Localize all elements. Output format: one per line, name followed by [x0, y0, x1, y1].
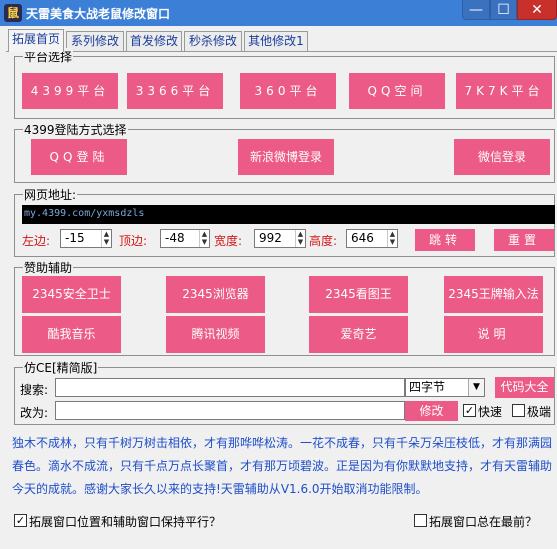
app-icon: 鼠 — [4, 4, 22, 22]
tab-extension-home[interactable]: 拓展首页 — [8, 29, 64, 52]
tab-series-mods[interactable]: 系列修改 — [66, 31, 124, 52]
modify-button[interactable]: 修改 — [405, 401, 458, 421]
maximize-button[interactable]: ☐ — [490, 0, 517, 20]
platform-qzone-button[interactable]: QQ空间 — [349, 73, 445, 109]
sponsor-2345-guard-button[interactable]: 2345安全卫士 — [22, 276, 121, 313]
height-spinner[interactable]: 646 ▲ ▼ — [346, 229, 398, 248]
instructions-button[interactable]: 说明 — [444, 316, 543, 353]
extreme-checkbox[interactable] — [512, 404, 525, 417]
topmost-checkbox[interactable] — [414, 514, 427, 527]
jump-button[interactable]: 跳转 — [415, 229, 475, 251]
wechat-login-button[interactable]: 微信登录 — [454, 139, 550, 175]
fast-label: 快速 — [478, 405, 503, 419]
spinner-arrows-icon[interactable]: ▲ ▼ — [199, 230, 209, 247]
tab-other-mods[interactable]: 其他修改1 — [244, 31, 308, 52]
height-label: 高度: — [309, 234, 338, 248]
support-legend: 赞助辅助 — [23, 259, 74, 276]
fast-checkbox[interactable]: ✓ — [463, 404, 476, 417]
height-value: 646 — [351, 231, 374, 245]
width-spinner[interactable]: 992 ▲ ▼ — [254, 229, 306, 248]
web-legend: 网页地址: — [23, 186, 78, 203]
left-spinner[interactable]: -15 ▲ ▼ — [60, 229, 112, 248]
change-label: 改为: — [20, 406, 49, 420]
sponsor-2345-viewer-button[interactable]: 2345看图王 — [309, 276, 408, 313]
code-list-button[interactable]: 代码大全 — [495, 377, 554, 398]
width-value: 992 — [259, 231, 282, 245]
reset-button[interactable]: 重置 — [494, 229, 554, 251]
extreme-label: 极端 — [527, 405, 552, 419]
top-value: -48 — [165, 231, 185, 245]
tab-instakill-mods[interactable]: 秒杀修改 — [184, 31, 242, 52]
login-legend: 4399登陆方式选择 — [23, 121, 128, 138]
tab-first-mods[interactable]: 首发修改 — [126, 31, 182, 52]
title-bar[interactable]: 鼠 天雷美食大战老鼠修改窗口 — ☐ ✕ — [0, 0, 557, 26]
chevron-down-icon[interactable]: ▼ — [468, 379, 484, 396]
sponsor-2345-browser-button[interactable]: 2345浏览器 — [166, 276, 265, 313]
sync-position-label: 拓展窗口位置和辅助窗口保持平行？ — [29, 515, 222, 529]
weibo-login-button[interactable]: 新浪微博登录 — [238, 139, 334, 175]
left-value: -15 — [65, 231, 85, 245]
value-type-value: 四字节 — [409, 380, 446, 394]
change-input[interactable] — [55, 401, 405, 420]
sponsor-kuwo-button[interactable]: 酷我音乐 — [22, 316, 121, 353]
spinner-arrows-icon[interactable]: ▲ ▼ — [101, 230, 111, 247]
width-label: 宽度: — [214, 234, 243, 248]
ce-legend: 仿CE[精简版] — [23, 359, 99, 376]
sponsor-2345-ime-button[interactable]: 2345王牌输入法 — [444, 276, 543, 313]
platform-4399-button[interactable]: 4399平台 — [22, 73, 118, 109]
url-field[interactable]: my.4399.com/yxmsdzls — [22, 205, 555, 224]
platform-3366-button[interactable]: 3366平台 — [127, 73, 223, 109]
left-label: 左边: — [22, 234, 51, 248]
search-input[interactable] — [55, 378, 405, 397]
qq-login-button[interactable]: QQ登陆 — [31, 139, 127, 175]
sponsor-iqiyi-button[interactable]: 爱奇艺 — [309, 316, 408, 353]
value-type-select[interactable]: 四字节 ▼ — [405, 378, 485, 397]
top-spinner[interactable]: -48 ▲ ▼ — [160, 229, 210, 248]
platform-360-button[interactable]: 360平台 — [240, 73, 336, 109]
thanks-notice: 独木不成林，只有千树万树击相依，才有那哗哗松涛。一花不成春，只有千朵万朵压枝低，… — [12, 436, 553, 496]
topmost-label: 拓展窗口总在最前？ — [429, 515, 538, 529]
top-label: 顶边: — [119, 234, 148, 248]
sync-position-checkbox[interactable]: ✓ — [14, 514, 27, 527]
sponsor-tencent-video-button[interactable]: 腾讯视频 — [166, 316, 265, 353]
search-label: 搜索: — [20, 383, 49, 397]
spinner-arrows-icon[interactable]: ▲ ▼ — [387, 230, 397, 247]
close-button[interactable]: ✕ — [517, 0, 557, 20]
minimize-button[interactable]: — — [462, 0, 490, 20]
platform-7k7k-button[interactable]: 7K7K平台 — [456, 73, 552, 109]
window-title: 天雷美食大战老鼠修改窗口 — [26, 7, 171, 21]
spinner-arrows-icon[interactable]: ▲ ▼ — [295, 230, 305, 247]
tab-panel-border — [6, 51, 557, 52]
